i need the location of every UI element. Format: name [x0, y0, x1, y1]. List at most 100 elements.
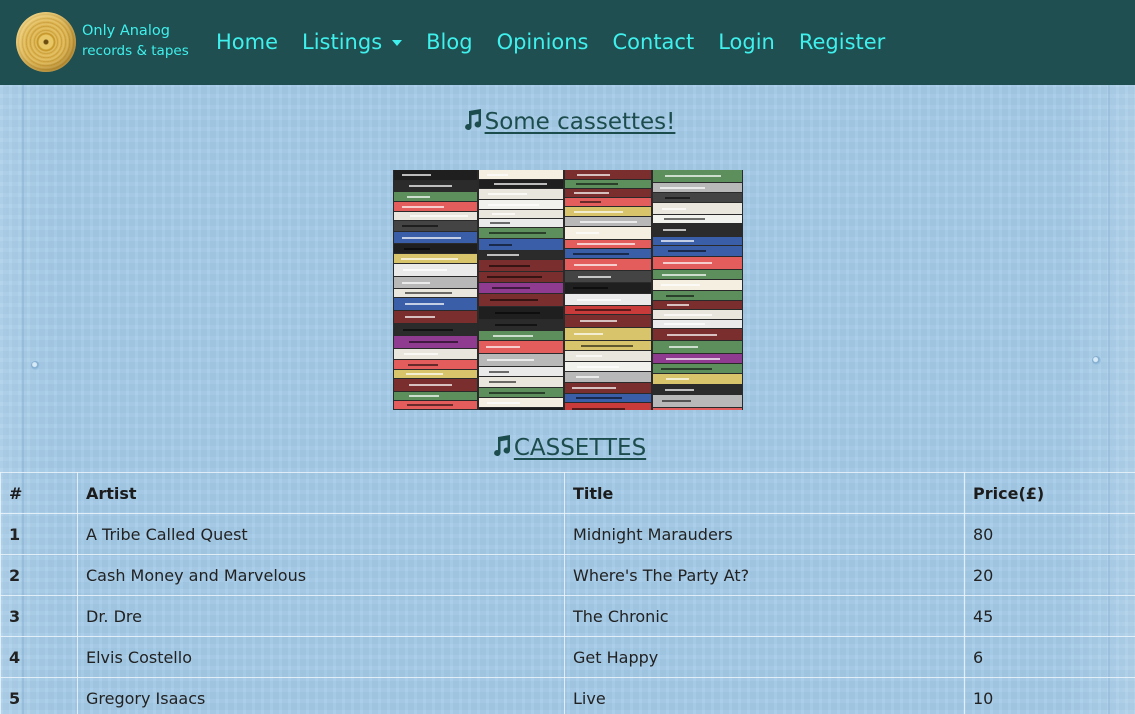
cassette-spine-label [403, 269, 447, 271]
cassette-spine-label [576, 232, 599, 234]
cassette-spine-label [574, 192, 609, 194]
cassette-spine-label [402, 174, 431, 176]
table-header-row: # Artist Title Price(£) [0, 472, 1135, 514]
brand-logo-text[interactable]: Only Analog records & tapes [82, 21, 189, 61]
cassette-spine-label [495, 324, 537, 326]
column-header-title: Title [564, 472, 965, 514]
cassette-spine-label [406, 373, 443, 375]
cassette-spine-label [575, 309, 631, 311]
row-title: The Chronic [564, 595, 965, 637]
row-number: 3 [0, 595, 78, 637]
cassette-spine-label [402, 225, 438, 227]
cassette-spine-label [665, 197, 690, 199]
cassette-spine [479, 408, 563, 410]
cassette-spine-label [405, 316, 435, 318]
music-note-icon [493, 435, 510, 457]
cassette-spine-label [490, 299, 538, 301]
row-artist: Gregory Isaacs [77, 677, 565, 714]
cassette-spine-label [405, 292, 452, 294]
cassette-spine-label [409, 395, 439, 397]
cassette-spine-label [574, 264, 617, 266]
row-number: 1 [0, 513, 78, 555]
cassette-spine-label [661, 240, 694, 242]
cassette-spine-label [489, 232, 546, 234]
cassette-spine-label [669, 346, 698, 348]
cassette-spine-label [404, 353, 438, 355]
caret-down-icon [392, 40, 403, 46]
cassette-spine-label [487, 174, 508, 176]
cassette-spine-label [489, 371, 509, 373]
cassette-spine-label [403, 329, 453, 331]
nav-register[interactable]: Register [799, 30, 885, 54]
nav-contact[interactable]: Contact [613, 30, 695, 54]
main-nav: Home Listings Blog Opinions Contact Logi… [216, 27, 909, 57]
nav-home[interactable]: Home [216, 30, 278, 54]
cassette-spine-label [664, 323, 705, 325]
cassette-spine-label [576, 376, 599, 378]
cassette-spine-label [401, 258, 458, 260]
nav-blog[interactable]: Blog [426, 30, 472, 54]
cassettes-link[interactable]: CASSETTES [514, 435, 646, 461]
cassette-spine [394, 192, 477, 201]
cassette-spine-label [578, 276, 611, 278]
cassette-spine-label [580, 221, 637, 223]
cassettes-photo-art [394, 170, 742, 410]
row-title: Midnight Marauders [564, 513, 965, 555]
row-price: 6 [964, 636, 1135, 678]
cassette-spine-label [662, 274, 706, 276]
cassette-spine-label [666, 378, 689, 380]
cassette-spine-label [402, 282, 430, 284]
nav-opinions[interactable]: Opinions [497, 30, 589, 54]
cassettes-table: # Artist Title Price(£) 1 A Tribe Called… [0, 472, 1135, 714]
column-header-price: Price(£) [964, 472, 1135, 514]
wall-screw [1092, 356, 1101, 365]
vinyl-record-icon[interactable] [16, 12, 76, 72]
cassette-spine [653, 408, 742, 410]
row-price: 80 [964, 513, 1135, 555]
nav-login[interactable]: Login [718, 30, 775, 54]
cassette-spine-label [576, 183, 618, 185]
table-row: 5 Gregory Isaacs Live 10 [0, 677, 1135, 714]
cassette-spine-label [493, 335, 533, 337]
row-title: Get Happy [564, 636, 965, 678]
row-price: 20 [964, 554, 1135, 596]
cassette-spine-label [488, 193, 527, 195]
cassette-spine-label [489, 265, 530, 267]
cassette-spine-label [404, 248, 430, 250]
cassette-spine-label [664, 218, 705, 220]
cassette-spine-label [486, 346, 520, 348]
cassette-spine-label [665, 389, 694, 391]
cassette-spine-label [580, 320, 617, 322]
cassette-spine-label [409, 384, 452, 386]
cassette-spine-label [410, 215, 468, 217]
cassettes-heading: CASSETTES [0, 434, 1135, 461]
cassette-spine-label [490, 222, 510, 224]
cassette-spine-label [487, 276, 542, 278]
cassette-spine-label [488, 204, 539, 206]
brand-line2: records & tapes [82, 43, 189, 59]
cassettes-photo [393, 170, 743, 410]
row-number: 4 [0, 636, 78, 678]
table-row: 2 Cash Money and Marvelous Where's The P… [0, 554, 1135, 596]
cassette-spine-label [576, 355, 602, 357]
cassette-spine-label [661, 368, 712, 370]
cassette-spine-label [402, 237, 461, 239]
cassette-spine-label [666, 295, 694, 297]
cassette-spine-label [667, 304, 689, 306]
cassette-spine-label [580, 201, 601, 203]
nav-listings-label: Listings [302, 30, 383, 54]
row-artist: Elvis Costello [77, 636, 565, 678]
cassette-spine-label [489, 244, 512, 246]
brand-line1: Only Analog [82, 23, 170, 39]
cassette-spine-label [573, 287, 608, 289]
row-number: 2 [0, 554, 78, 596]
cassette-spine-label [487, 359, 534, 361]
cassette-spine-label [487, 254, 519, 256]
cassette-spine-label [668, 250, 706, 252]
row-artist: Cash Money and Marvelous [77, 554, 565, 596]
nav-listings-dropdown[interactable]: Listings [302, 30, 403, 54]
column-header-artist: Artist [77, 472, 565, 514]
cassette-spine [653, 301, 742, 309]
cassette-spine-label [666, 358, 720, 360]
some-cassettes-link[interactable]: Some cassettes! [485, 109, 676, 135]
